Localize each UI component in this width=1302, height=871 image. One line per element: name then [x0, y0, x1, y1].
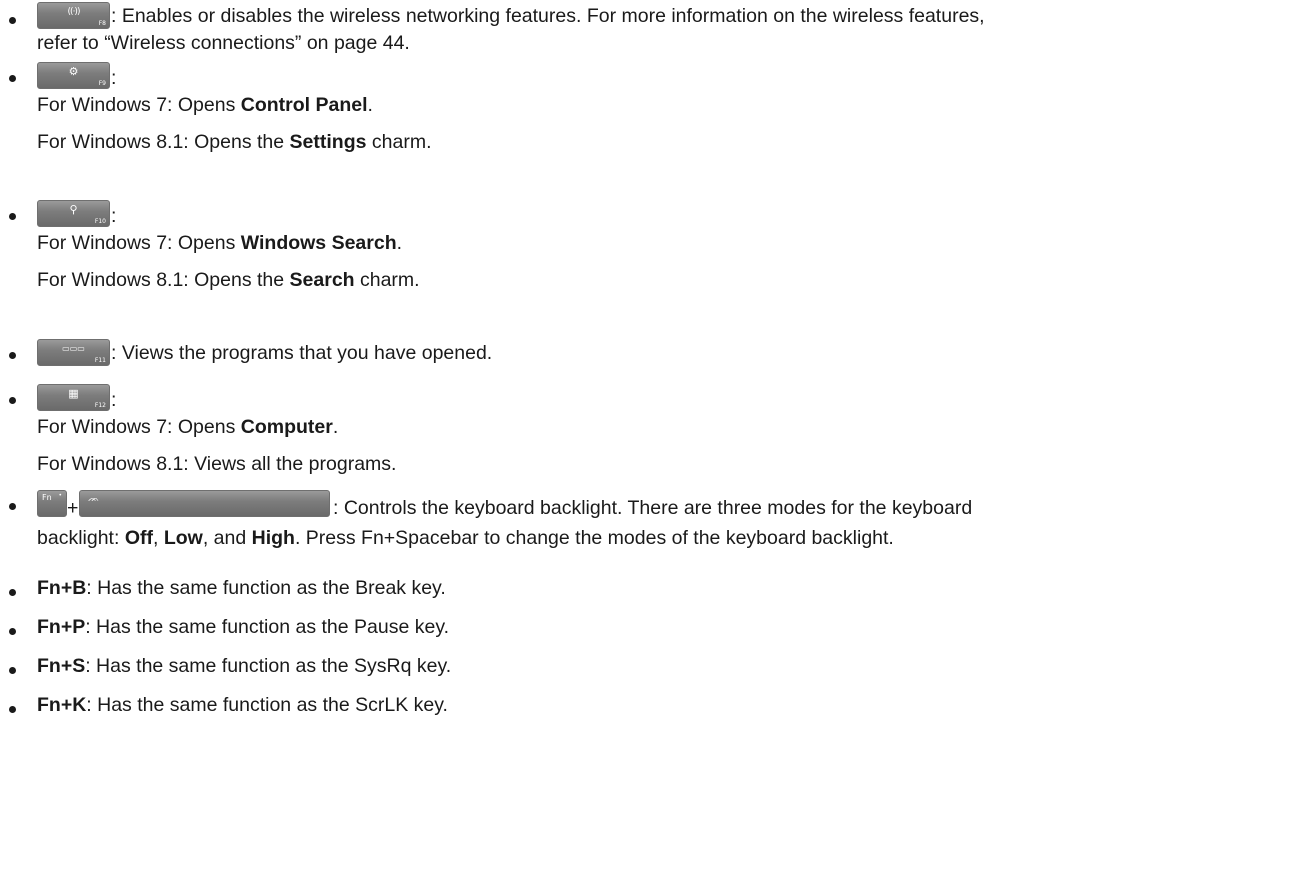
key-combo: Fn+B — [37, 577, 87, 599]
item-text: : Enables or disables the wireless netwo… — [111, 5, 985, 27]
sub-text: . — [396, 232, 403, 254]
bullet — [9, 503, 16, 510]
key-colon: : — [111, 205, 117, 227]
ui-name: Settings — [289, 131, 367, 153]
key-label: F11 — [94, 357, 106, 364]
gear-icon: ⚙ — [68, 65, 79, 78]
windows81-line: For Windows 8.1: Opens the Search charm. — [37, 268, 420, 294]
mode-low: Low — [163, 527, 203, 549]
sub-text: : Has the same function as the Pause key… — [85, 616, 450, 638]
key-combo: Fn+S — [37, 655, 86, 677]
sub-text: : Has the same function as the ScrLK key… — [86, 694, 448, 716]
item-text: Fn+S: Has the same function as the SysRq… — [37, 654, 451, 680]
item-text: Fn+B: Has the same function as the Break… — [37, 576, 446, 602]
mode-off: Off — [124, 527, 153, 549]
ui-name: Windows Search — [240, 232, 397, 254]
bullet — [9, 706, 16, 713]
key-label: F12 — [94, 402, 106, 409]
windows81-line: For Windows 8.1: Views all the programs. — [37, 452, 396, 478]
bullet — [9, 589, 16, 596]
plus-sign: + — [67, 497, 79, 519]
key-colon: : — [111, 389, 117, 411]
manual-page: ((·)) F8 : Enables or disables the wirel… — [0, 0, 1302, 871]
key-label: F10 — [94, 218, 106, 225]
sub-text: . — [332, 416, 339, 438]
ui-name: Computer — [240, 416, 333, 438]
bullet — [9, 667, 16, 674]
sub-text: charm. — [354, 269, 420, 291]
ui-name: Control Panel — [240, 94, 368, 116]
item-text: : Controls the keyboard backlight. There… — [333, 497, 973, 519]
search-icon: ⚲ — [69, 203, 78, 216]
key-combo: Fn+P — [37, 616, 86, 638]
windows7-line: For Windows 7: Opens Control Panel. — [37, 93, 373, 119]
fn-key-label: Fn — [42, 493, 52, 502]
f10-key: ⚲ F10 — [37, 200, 110, 227]
wireless-icon: ((·)) — [67, 7, 81, 17]
windows81-line: For Windows 8.1: Opens the Settings char… — [37, 130, 431, 156]
key-combo: Fn+K — [37, 694, 87, 716]
sub-text: : Has the same function as the Break key… — [86, 577, 446, 599]
f12-key: ▦ F12 — [37, 384, 110, 411]
f11-key: ▭▭▭ F11 — [37, 339, 110, 366]
item-text-continued: backlight: Off, Low, and High. Press Fn+… — [37, 526, 894, 552]
bullet — [9, 352, 16, 359]
sub-text: , — [152, 527, 164, 549]
bullet — [9, 75, 16, 82]
bullet — [9, 628, 16, 635]
windows7-line: For Windows 7: Opens Windows Search. — [37, 231, 402, 257]
sub-text: backlight: — [37, 527, 125, 549]
f9-key: ⚙ F9 — [37, 62, 110, 89]
key-colon: : — [111, 67, 117, 89]
key-label: F9 — [98, 80, 106, 87]
sub-text: . Press Fn+Spacebar to change the modes … — [294, 527, 894, 549]
sub-text: , and — [202, 527, 252, 549]
sub-text: charm. — [366, 131, 432, 153]
item-text: Fn+P: Has the same function as the Pause… — [37, 615, 449, 641]
bullet — [9, 17, 16, 24]
sub-text: . — [367, 94, 373, 116]
keyboard-backlight-icon: ᨏ — [88, 494, 100, 504]
key-label: F8 — [98, 20, 106, 27]
all-programs-icon: ▦ — [68, 387, 79, 400]
item-text: Fn+K: Has the same function as the ScrLK… — [37, 693, 448, 719]
sub-text: For Windows 7: Opens — [37, 232, 241, 254]
bullet — [9, 397, 16, 404]
mode-high: High — [251, 527, 295, 549]
sub-text: For Windows 8.1: Opens the — [37, 269, 290, 291]
windows7-line: For Windows 7: Opens Computer. — [37, 415, 338, 441]
bullet — [9, 213, 16, 220]
task-view-icon: ▭▭▭ — [62, 344, 85, 353]
spacebar-key: ᨏ — [79, 490, 330, 517]
item-text-continued: refer to “Wireless connections” on page … — [37, 32, 410, 54]
fn-key: Fn • — [37, 490, 67, 517]
sub-text: For Windows 7: Opens — [37, 416, 241, 438]
fn-lock-dot: • — [58, 492, 62, 499]
sub-text: For Windows 7: Opens — [37, 94, 241, 116]
item-text: : Views the programs that you have opene… — [111, 342, 493, 364]
sub-text: : Has the same function as the SysRq key… — [85, 655, 452, 677]
sub-text: For Windows 8.1: Views all the programs. — [37, 453, 397, 475]
sub-text: For Windows 8.1: Opens the — [37, 131, 290, 153]
f8-key: ((·)) F8 — [37, 2, 110, 29]
ui-name: Search — [289, 269, 355, 291]
